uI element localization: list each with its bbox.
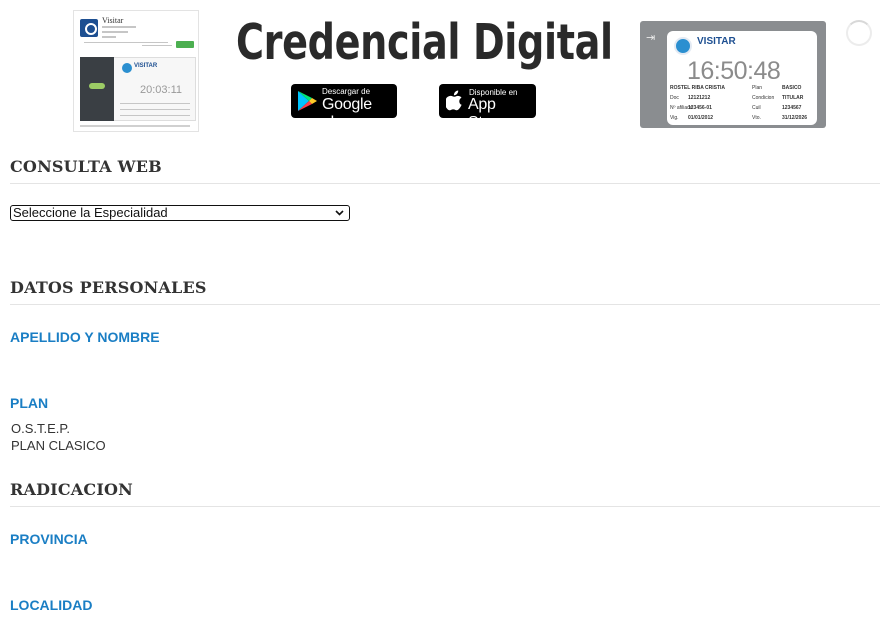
credential-row: Vig. 01/01/2012 Vto. 31/12/2026 — [670, 115, 808, 121]
especialidad-select[interactable]: Seleccione la Especialidad — [10, 205, 350, 221]
especialidad-select-value: Seleccione la Especialidad — [13, 205, 168, 220]
section-divider — [10, 304, 880, 305]
consulta-web-heading: CONSULTA WEB — [10, 157, 162, 176]
section-divider — [10, 183, 880, 184]
apple-icon — [446, 90, 462, 111]
app-clock: 20:03:11 — [140, 84, 183, 96]
app-name-label: Visitar — [102, 16, 124, 25]
section-divider — [10, 506, 880, 507]
apellido-nombre-label: APELLIDO Y NOMBRE — [10, 329, 160, 345]
google-play-top-text: Descargar de — [322, 87, 371, 96]
visitar-logo-icon — [674, 37, 692, 55]
localidad-label: LOCALIDAD — [10, 597, 93, 613]
credential-tablet-screenshot: ⇥ VISITAR 16:50:48 ROSTEL RIBA CRISTIA P… — [640, 21, 826, 128]
chevron-down-icon — [335, 210, 344, 216]
plan-label: PLAN — [10, 395, 49, 411]
credential-row: ROSTEL RIBA CRISTIA Plan BASICO — [670, 85, 802, 91]
google-play-bottom-text: Google play — [322, 96, 372, 131]
credential-row: Nº afiliado 123456-01 Cuil 1234567 — [670, 105, 802, 111]
page-title: Credencial Digital — [236, 14, 613, 71]
app-store-bottom-text: App Store — [468, 96, 505, 131]
datos-personales-heading: DATOS PERSONALES — [10, 278, 207, 297]
app-logo-icon — [80, 19, 98, 37]
plan-obra-social: O.S.T.E.P. — [11, 421, 71, 436]
loading-spinner-icon — [846, 20, 872, 46]
phone-preview — [80, 57, 114, 121]
exit-icon: ⇥ — [646, 32, 656, 44]
install-button — [176, 41, 194, 48]
app-store-listing-header: Visitar — [74, 11, 198, 55]
google-play-icon — [298, 91, 317, 111]
provincia-label: PROVINCIA — [10, 531, 88, 547]
google-play-badge[interactable]: Descargar de Google play — [291, 84, 397, 131]
header-banner: Visitar VISITAR 20:03:11 Credencial Digi… — [0, 0, 880, 135]
app-store-badge[interactable]: Disponible en App Store — [439, 84, 536, 131]
credential-brand: VISITAR — [697, 36, 736, 47]
visitar-logo-icon — [122, 63, 132, 73]
app-screenshot-phone: Visitar VISITAR 20:03:11 — [73, 10, 199, 132]
credential-row: Doc 12121212 Condicion TITULAR — [670, 95, 804, 101]
plan-name: PLAN CLASICO — [11, 438, 106, 453]
credential-clock: 16:50:48 — [687, 57, 781, 85]
digital-credential-card: VISITAR 16:50:48 ROSTEL RIBA CRISTIA Pla… — [667, 31, 817, 125]
radicacion-heading: RADICACION — [10, 480, 133, 499]
